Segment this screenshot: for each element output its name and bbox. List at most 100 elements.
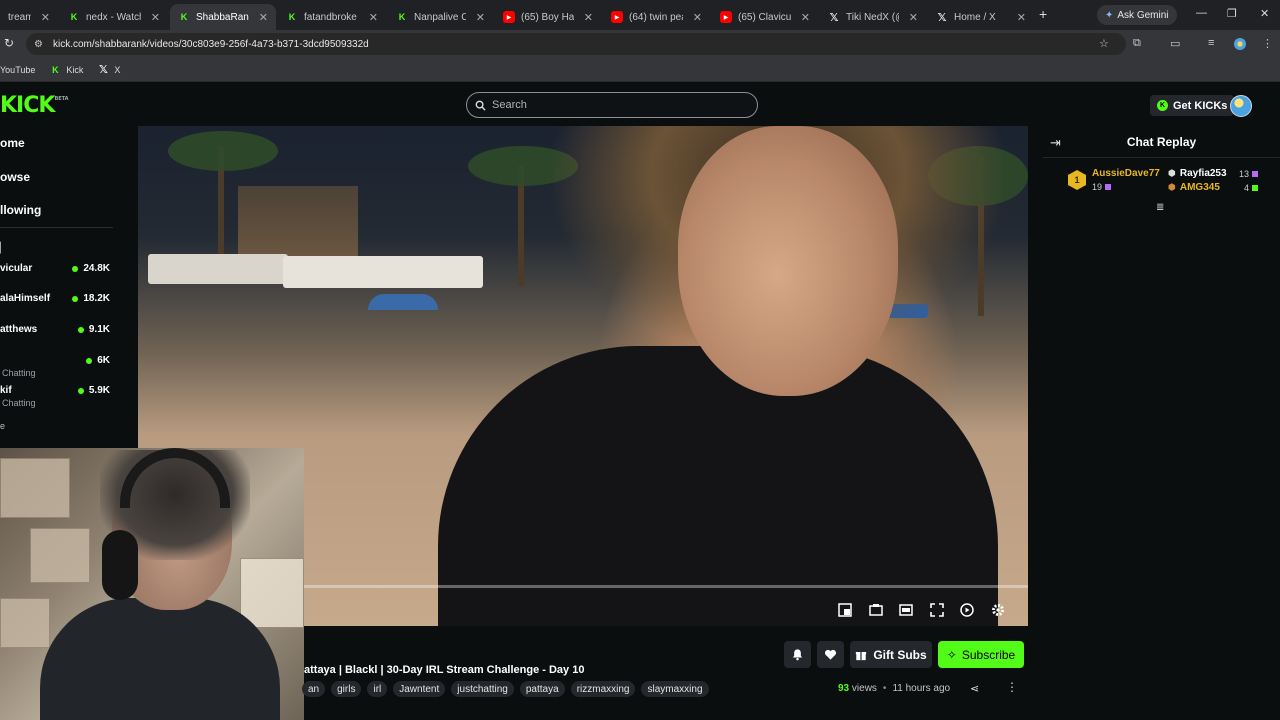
browser-tab-active[interactable]: K ShabbaRank - V ✕ bbox=[170, 4, 276, 30]
reload-icon[interactable]: ↻ bbox=[4, 36, 14, 50]
close-tab-icon[interactable]: ✕ bbox=[41, 11, 50, 24]
restore-icon[interactable]: ❐ bbox=[1227, 7, 1237, 20]
tag-chip[interactable]: irl bbox=[367, 681, 388, 697]
browser-tab[interactable]: ▶ (64) twin peaks ✕ bbox=[603, 4, 710, 30]
close-tab-icon[interactable]: ✕ bbox=[693, 11, 702, 24]
video-frame-person-body bbox=[438, 346, 998, 626]
profile-avatar-icon[interactable] bbox=[1234, 38, 1246, 50]
browser-tab[interactable]: 𝕏 Home / X ✕ bbox=[928, 4, 1034, 30]
subscribe-label: Subscribe bbox=[961, 647, 1016, 662]
tag-chip[interactable]: an bbox=[302, 681, 326, 697]
close-tab-icon[interactable]: ✕ bbox=[909, 11, 918, 24]
fullscreen-icon[interactable] bbox=[927, 600, 947, 620]
logo-text: KICK bbox=[0, 93, 55, 118]
x-favicon-icon: 𝕏 bbox=[98, 64, 108, 76]
webcam-background-box bbox=[0, 458, 70, 518]
bookmark-youtube[interactable]: YouTube bbox=[0, 65, 35, 75]
user-avatar[interactable] bbox=[1230, 95, 1252, 117]
tag-chip[interactable]: pattaya bbox=[519, 681, 565, 697]
sidebar-nav-following[interactable]: llowing bbox=[0, 203, 41, 217]
expand-leaderboard-icon[interactable]: ≣ bbox=[1156, 202, 1164, 213]
channel-name: alaHimself bbox=[0, 293, 51, 304]
bookmark-x[interactable]: 𝕏X bbox=[97, 64, 120, 76]
browser-tab-strip: tream - V ✕ K nedx - Watch th ✕ K Shabba… bbox=[0, 0, 1280, 30]
bookmark-label: YouTube bbox=[0, 64, 36, 75]
close-tab-icon[interactable]: ✕ bbox=[1017, 11, 1026, 24]
new-tab-button[interactable]: + bbox=[1039, 6, 1047, 22]
follow-heart-button[interactable] bbox=[817, 641, 844, 668]
browser-menu-icon[interactable]: ⋮ bbox=[1262, 37, 1273, 50]
close-tab-icon[interactable]: ✕ bbox=[476, 11, 485, 24]
notification-bell-button[interactable] bbox=[784, 641, 811, 668]
close-tab-icon[interactable]: ✕ bbox=[369, 11, 378, 24]
browser-tab[interactable]: ▶ (65) Boy Harshe ✕ bbox=[495, 4, 601, 30]
channel-name: kif bbox=[0, 385, 12, 396]
minimize-icon[interactable]: — bbox=[1196, 7, 1207, 19]
video-tags: an girls irl Jawntent justchatting patta… bbox=[302, 681, 709, 697]
tab-title: fatandbroke Cli bbox=[304, 11, 359, 23]
subscribe-button[interactable]: ✧ Subscribe bbox=[938, 641, 1024, 668]
viewer-count-text: 5.9K bbox=[88, 385, 110, 396]
wide-mode-icon[interactable] bbox=[896, 600, 916, 620]
search-bar[interactable] bbox=[466, 92, 758, 118]
media-controls-icon[interactable]: ≡ bbox=[1208, 37, 1214, 49]
gift-subs-label: Gift Subs bbox=[873, 647, 927, 662]
live-dot-icon bbox=[72, 295, 79, 302]
pip-icon[interactable] bbox=[835, 600, 855, 620]
viewer-count-text: 9.1K bbox=[88, 324, 110, 335]
leaderboard-count: 4 bbox=[1244, 183, 1258, 193]
bell-icon bbox=[792, 649, 803, 661]
close-tab-icon[interactable]: ✕ bbox=[584, 11, 593, 24]
url-text[interactable]: kick.com/shabbarank/videos/30c803e9-256f… bbox=[53, 39, 369, 50]
tag-chip[interactable]: justchatting bbox=[451, 681, 514, 697]
tag-chip[interactable]: girls bbox=[331, 681, 362, 697]
sidebar-show-more[interactable]: e bbox=[0, 421, 5, 431]
browser-tab[interactable]: ▶ (65) Clavicular C ✕ bbox=[712, 4, 818, 30]
split-view-icon[interactable]: ▭ bbox=[1170, 37, 1180, 50]
autoplay-icon[interactable] bbox=[957, 600, 977, 620]
channel-name: vicular bbox=[0, 263, 33, 274]
get-kicks-button[interactable]: K Get KICKs bbox=[1150, 95, 1235, 116]
close-tab-icon[interactable]: ✕ bbox=[801, 11, 810, 24]
tag-chip[interactable]: rizzmaxxing bbox=[570, 681, 636, 697]
browser-tab[interactable]: K nedx - Watch th ✕ bbox=[60, 4, 168, 30]
heart-icon bbox=[824, 649, 837, 660]
viewer-count-text: 24.8K bbox=[83, 263, 110, 274]
leaderboard-row[interactable]: ⬢ AMG345 4 bbox=[1168, 182, 1258, 193]
sparkle-icon: ✧ bbox=[946, 647, 957, 662]
sidebar-nav-browse[interactable]: owse bbox=[0, 170, 30, 184]
tab-title: Home / X bbox=[954, 11, 996, 23]
sidebar-nav-home[interactable]: ome bbox=[0, 136, 25, 150]
close-tab-icon[interactable]: ✕ bbox=[259, 11, 268, 24]
settings-gear-icon[interactable] bbox=[988, 600, 1008, 620]
theater-mode-icon[interactable] bbox=[866, 600, 886, 620]
bookmark-kick[interactable]: K Kick bbox=[49, 64, 83, 76]
webcam-background-box bbox=[240, 558, 304, 628]
browser-tab[interactable]: K Nanpalive Clips ✕ bbox=[388, 4, 493, 30]
leaderboard-row[interactable]: ⬢ Rayfia253 13 bbox=[1168, 168, 1258, 179]
tag-chip[interactable]: Jawntent bbox=[393, 681, 446, 697]
search-input[interactable] bbox=[492, 99, 732, 111]
browser-tab[interactable]: tream - V ✕ bbox=[0, 4, 58, 30]
browser-tab[interactable]: K fatandbroke Cli ✕ bbox=[278, 4, 386, 30]
ask-gemini-button[interactable]: ✦ Ask Gemini bbox=[1097, 5, 1177, 25]
extensions-icon[interactable]: ⧉ bbox=[1133, 37, 1141, 50]
tag-chip[interactable]: slaymaxxing bbox=[641, 681, 709, 697]
tab-title: (65) Clavicular C bbox=[738, 11, 791, 23]
leaderboard-user[interactable]: AussieDave77 bbox=[1092, 168, 1160, 179]
more-options-icon[interactable]: ⋮ bbox=[1006, 680, 1018, 694]
gift-leaderboard: 1 AussieDave77 19 ⬢ Rayfia253 13 ⬢ AMG34… bbox=[1068, 166, 1258, 198]
close-tab-icon[interactable]: ✕ bbox=[151, 11, 160, 24]
gift-subs-button[interactable]: Gift Subs bbox=[850, 641, 932, 668]
viewer-count: 5.9K bbox=[77, 385, 110, 396]
share-icon[interactable]: ⋖ bbox=[970, 682, 979, 695]
bookmark-star-icon[interactable]: ☆ bbox=[1099, 37, 1109, 50]
youtube-favicon-icon: ▶ bbox=[611, 11, 623, 23]
browser-tab[interactable]: 𝕏 Tiki NedX (@Tik ✕ bbox=[820, 4, 926, 30]
omnibox[interactable]: ⚙ kick.com/shabbarank/videos/30c803e9-25… bbox=[26, 33, 1126, 55]
kick-logo[interactable]: KICKBETA bbox=[0, 93, 69, 118]
get-kicks-label: Get KICKs bbox=[1173, 99, 1228, 112]
bronze-badge-icon: ⬢ bbox=[1168, 182, 1176, 192]
close-window-icon[interactable]: ✕ bbox=[1260, 7, 1269, 20]
site-info-icon[interactable]: ⚙ bbox=[34, 39, 43, 50]
